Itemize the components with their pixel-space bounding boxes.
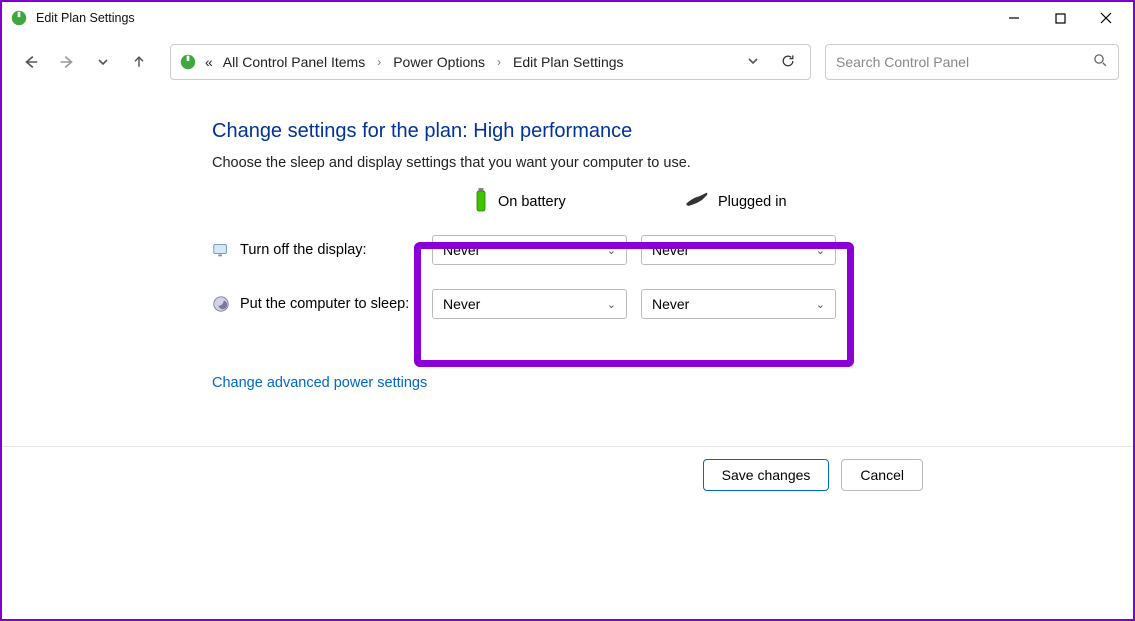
window-title: Edit Plan Settings — [36, 11, 135, 25]
setting-label-sleep: Put the computer to sleep: — [240, 296, 409, 312]
sleep-battery-dropdown[interactable]: Never ⌄ — [432, 289, 627, 319]
nav-up-button[interactable] — [124, 47, 154, 77]
sleep-plugged-dropdown[interactable]: Never ⌄ — [641, 289, 836, 319]
navigation-bar: « All Control Panel Items › Power Option… — [2, 34, 1133, 90]
address-bar[interactable]: « All Control Panel Items › Power Option… — [170, 44, 811, 80]
nav-forward-button[interactable] — [52, 47, 82, 77]
sleep-icon — [212, 295, 230, 313]
battery-icon — [472, 187, 490, 217]
setting-row-display: Turn off the display: Never ⌄ Never ⌄ — [212, 235, 1133, 265]
column-header-battery: On battery — [498, 194, 566, 210]
search-input[interactable] — [836, 54, 1093, 70]
chevron-right-icon: › — [493, 55, 505, 69]
advanced-settings-link[interactable]: Change advanced power settings — [212, 375, 427, 391]
main-content: Change settings for the plan: High perfo… — [2, 90, 1133, 392]
chevron-right-icon: › — [373, 55, 385, 69]
chevron-down-icon: ⌄ — [607, 298, 616, 311]
button-label: Save changes — [722, 467, 811, 483]
refresh-button[interactable] — [780, 53, 796, 72]
chevron-down-icon: ⌄ — [816, 244, 825, 257]
window-controls — [991, 2, 1129, 34]
footer-buttons: Save changes Cancel — [2, 446, 1133, 502]
display-battery-dropdown[interactable]: Never ⌄ — [432, 235, 627, 265]
dropdown-value: Never — [443, 296, 480, 312]
page-title: Change settings for the plan: High perfo… — [212, 120, 1133, 143]
chevron-down-icon: ⌄ — [607, 244, 616, 257]
search-box[interactable] — [825, 44, 1119, 80]
power-plan-icon — [179, 53, 197, 71]
history-dropdown-button[interactable] — [746, 54, 760, 71]
display-icon — [212, 241, 230, 259]
breadcrumb-prefix[interactable]: « — [203, 52, 215, 72]
titlebar: Edit Plan Settings — [2, 2, 1133, 34]
breadcrumb-item[interactable]: Power Options — [391, 52, 487, 72]
close-button[interactable] — [1083, 2, 1129, 34]
breadcrumb-item[interactable]: Edit Plan Settings — [511, 52, 626, 72]
display-plugged-dropdown[interactable]: Never ⌄ — [641, 235, 836, 265]
nav-back-button[interactable] — [16, 47, 46, 77]
dropdown-value: Never — [652, 296, 689, 312]
page-subtitle: Choose the sleep and display settings th… — [212, 155, 1133, 171]
setting-row-sleep: Put the computer to sleep: Never ⌄ Never… — [212, 289, 1133, 319]
dropdown-value: Never — [652, 242, 689, 258]
plug-icon — [682, 190, 710, 214]
chevron-down-icon: ⌄ — [816, 298, 825, 311]
maximize-button[interactable] — [1037, 2, 1083, 34]
button-label: Cancel — [860, 467, 904, 483]
recent-locations-button[interactable] — [88, 47, 118, 77]
power-options-icon — [10, 9, 28, 27]
cancel-button[interactable]: Cancel — [841, 459, 923, 491]
save-button[interactable]: Save changes — [703, 459, 830, 491]
dropdown-value: Never — [443, 242, 480, 258]
breadcrumb-item[interactable]: All Control Panel Items — [221, 52, 367, 72]
column-header-plugged: Plugged in — [718, 194, 787, 210]
minimize-button[interactable] — [991, 2, 1037, 34]
setting-label-display: Turn off the display: — [240, 242, 367, 258]
search-icon[interactable] — [1093, 53, 1108, 71]
